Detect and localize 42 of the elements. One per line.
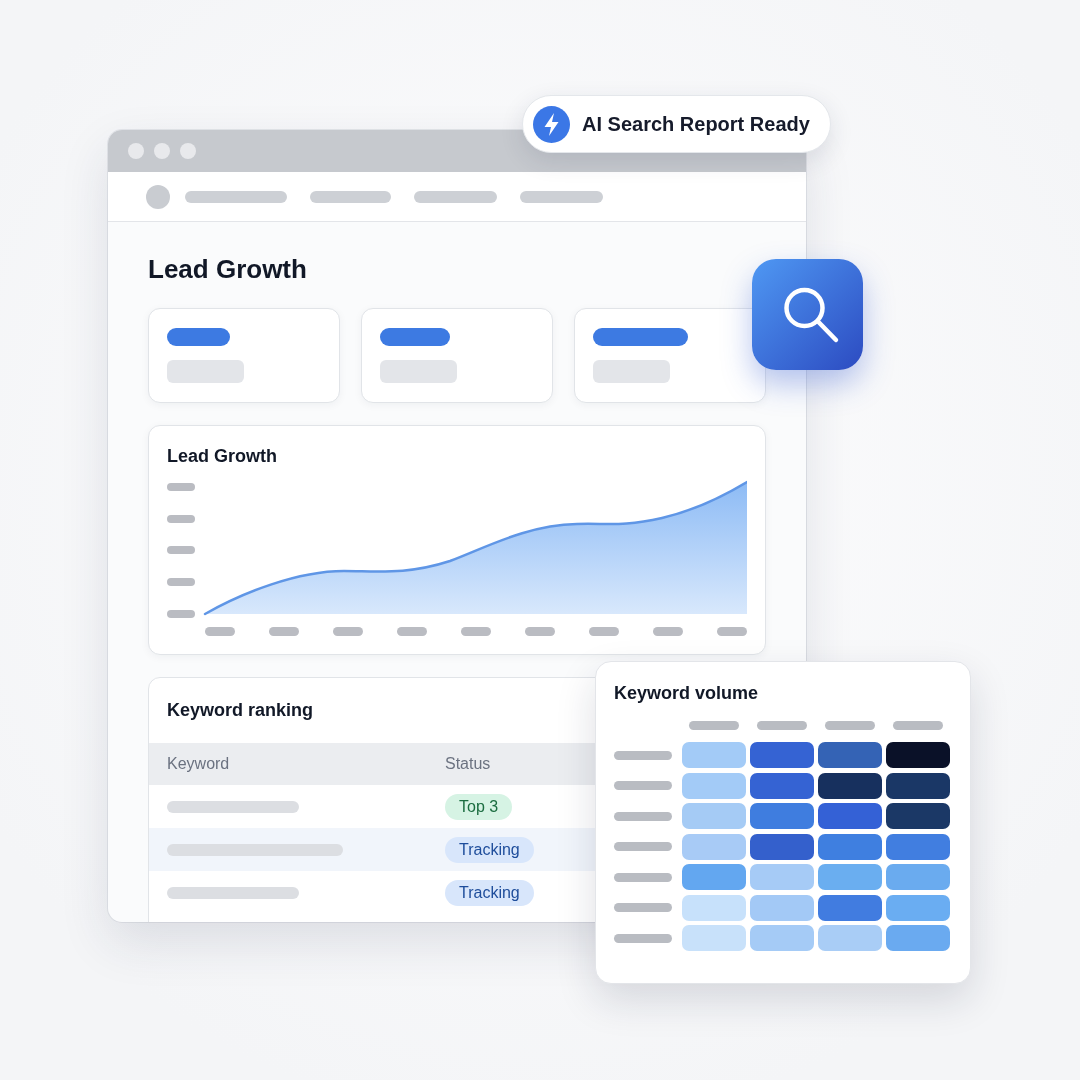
y-axis-label-placeholder: [167, 578, 195, 586]
x-axis-label-placeholder: [269, 627, 299, 636]
row-label-placeholder: [614, 750, 672, 760]
section-title: Keyword ranking: [167, 699, 314, 721]
lightning-icon: [533, 105, 570, 143]
x-axis-label-placeholder: [525, 627, 555, 636]
notification-text: AI Search Report Ready: [582, 112, 810, 136]
y-axis-label-placeholder: [167, 483, 195, 491]
y-axis-label-placeholder: [167, 515, 195, 523]
x-axis-label-placeholder: [205, 627, 235, 636]
column-label-placeholder: [689, 721, 739, 730]
stat-value-placeholder: [167, 328, 230, 346]
column-label-placeholder: [825, 721, 875, 730]
column-label-placeholder: [757, 721, 807, 730]
column-header: Status: [445, 755, 491, 773]
page-title: Lead Growth: [148, 253, 307, 285]
avatar-icon: [146, 184, 170, 209]
row-label-placeholder: [614, 933, 672, 943]
y-axis-label-placeholder: [167, 610, 195, 618]
window-dot-icon: [128, 143, 144, 159]
status-badge: Tracking: [445, 879, 534, 906]
row-label-placeholder: [614, 903, 672, 912]
x-axis-label-placeholder: [589, 627, 619, 636]
status-badge: Tracking: [445, 836, 534, 863]
row-label-placeholder: [614, 781, 672, 790]
x-axis-label-placeholder: [333, 627, 363, 636]
row-label-placeholder: [614, 872, 672, 882]
window-dot-icon: [154, 143, 170, 159]
column-header: Keyword: [167, 755, 230, 773]
chart-title: Lead Growth: [167, 445, 277, 467]
status-badge: Top 3: [445, 793, 513, 820]
column-label-placeholder: [893, 721, 943, 730]
x-axis-label-placeholder: [653, 627, 683, 636]
x-axis-label-placeholder: [461, 627, 491, 636]
x-axis-label-placeholder: [717, 627, 747, 636]
y-axis-label-placeholder: [167, 546, 195, 554]
row-label-placeholder: [614, 811, 672, 821]
window-dot-icon: [180, 143, 196, 159]
x-axis-label-placeholder: [397, 627, 427, 636]
row-label-placeholder: [614, 842, 672, 851]
panel-title: Keyword volume: [614, 682, 759, 704]
stat-value-placeholder: [380, 328, 450, 346]
